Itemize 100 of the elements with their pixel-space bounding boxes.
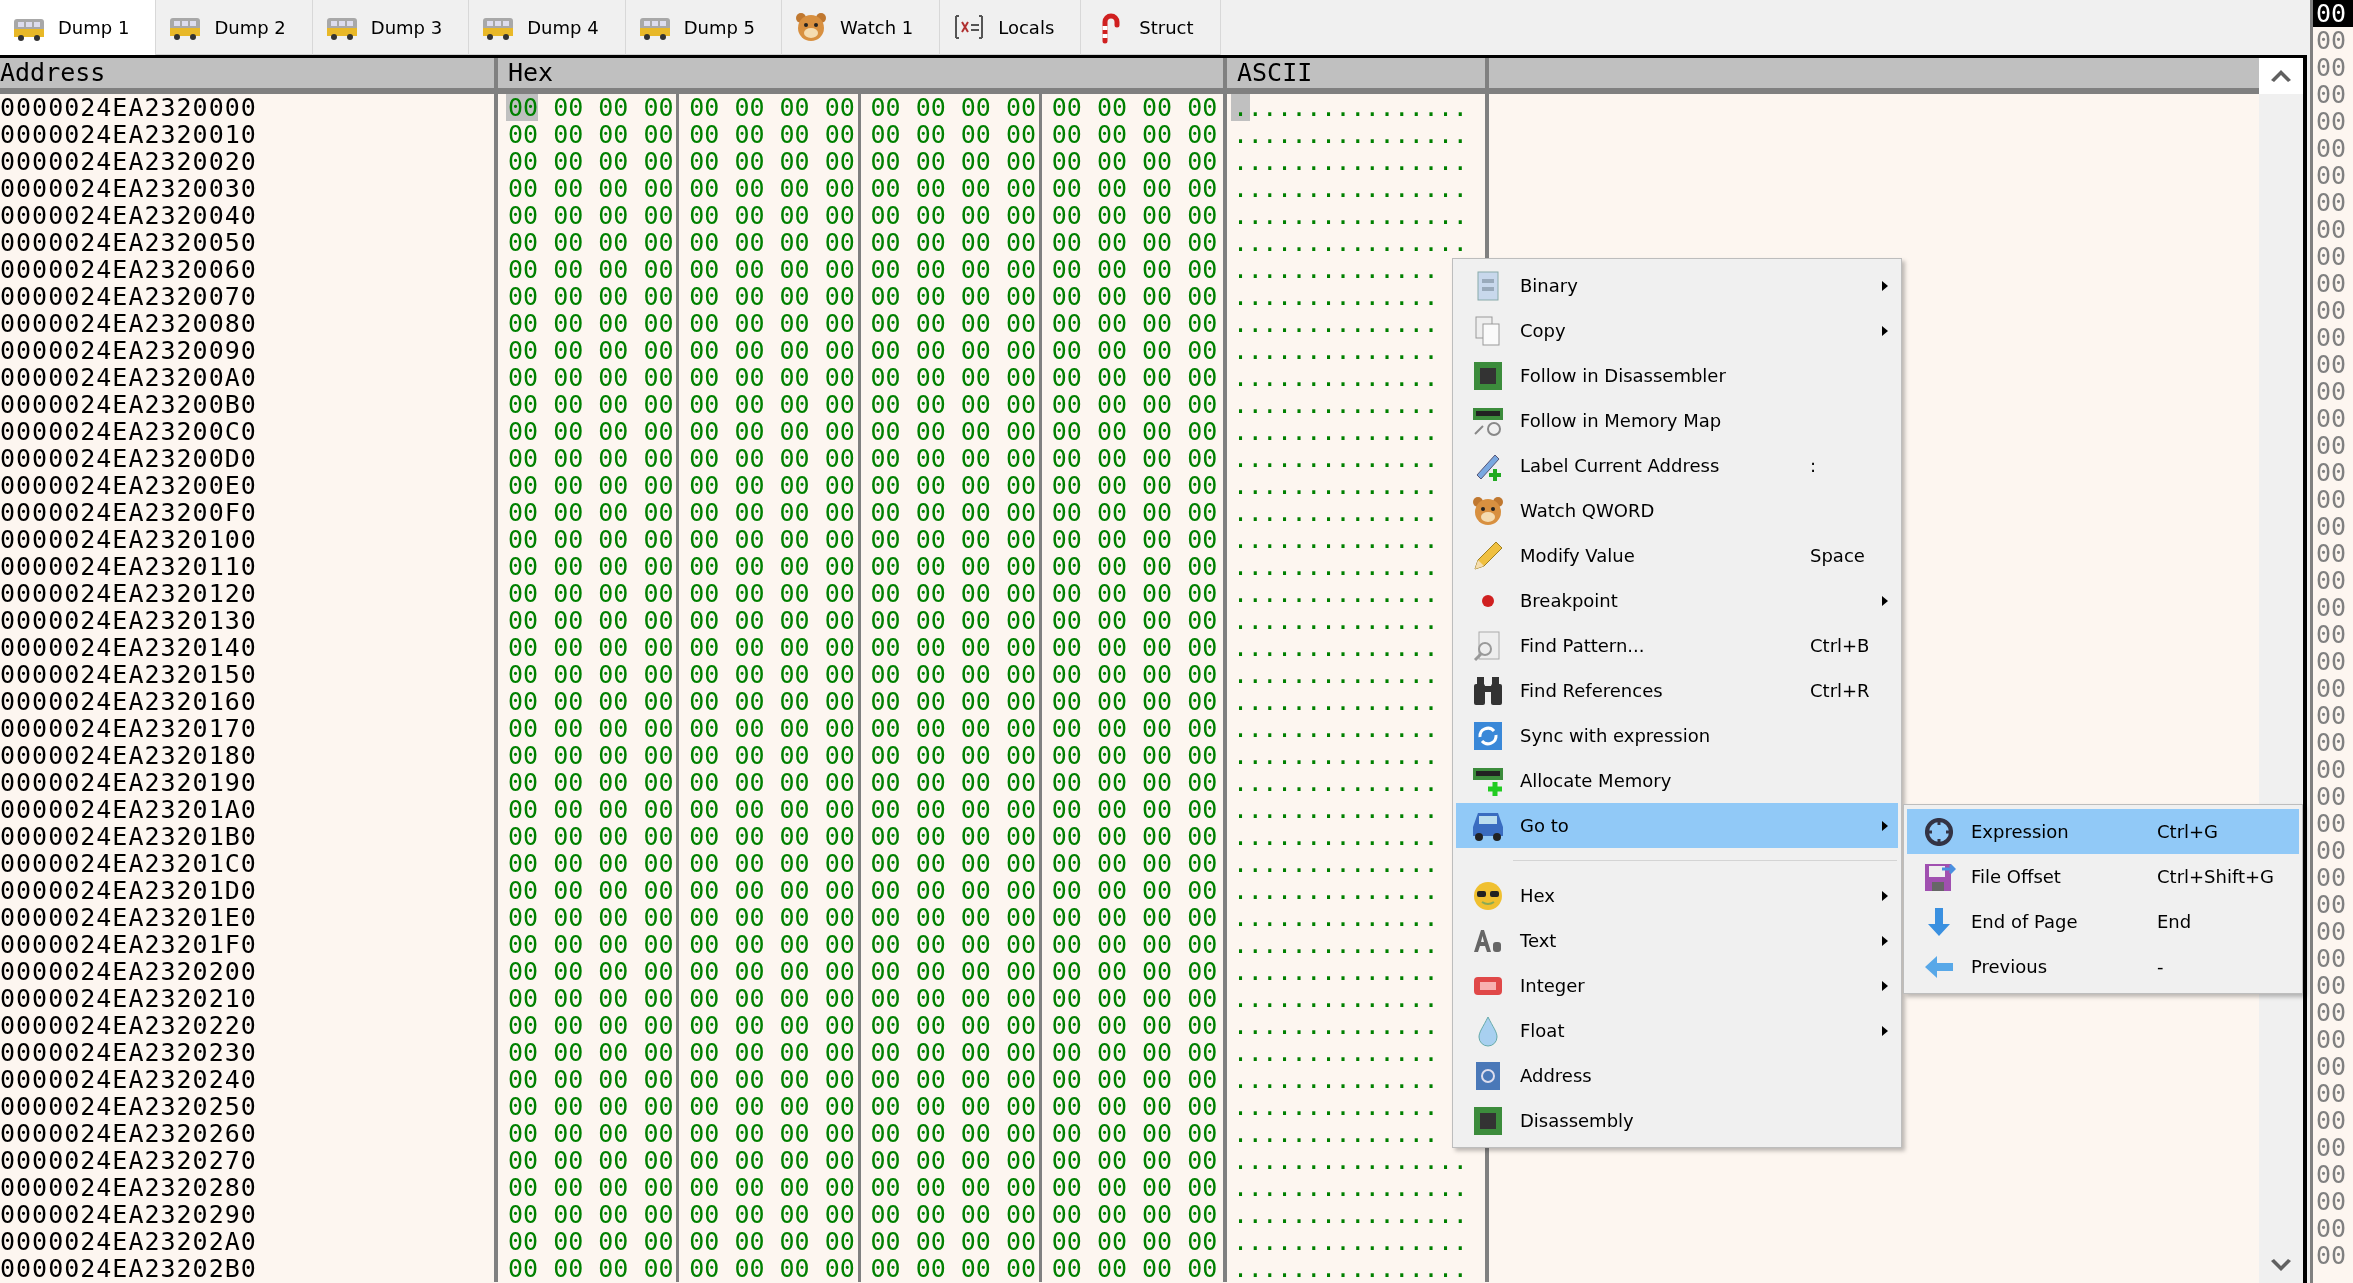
hex-bytes: 00 00 00 00 [860, 229, 1042, 256]
tab[interactable]: Dump 3 [312, 0, 470, 55]
ascii-text: ................ [1227, 1255, 1489, 1282]
menu-item[interactable]: End of Page End [1907, 899, 2299, 944]
tab[interactable]: Locals [940, 0, 1082, 55]
hex-bytes: 00 00 00 00 [860, 256, 1042, 283]
hex-bytes: 00 00 00 00 [1050, 1120, 1219, 1147]
submenu-arrow-icon [1881, 935, 1890, 946]
hex-byte: 00 [2315, 729, 2348, 756]
hex-byte: 00 [2315, 756, 2348, 783]
hex-bytes: 00 00 00 00 [1050, 1039, 1219, 1066]
hex-bytes: 00 00 00 00 [1050, 229, 1219, 256]
hex-bytes: 00 00 00 00 [1050, 958, 1219, 985]
hex-bytes: 00 00 00 00 [498, 850, 680, 877]
address-cell: 0000024EA2320240 [0, 1066, 498, 1093]
hex-bytes: 00 00 00 00 [498, 445, 680, 472]
tab[interactable]: Dump 4 [469, 0, 626, 55]
hex-bytes: 00 00 00 00 [498, 985, 680, 1012]
address-cell: 0000024EA2320010 [0, 121, 498, 148]
hex-bytes: 00 00 00 00 [860, 499, 1042, 526]
address-cell: 0000024EA23200C0 [0, 418, 498, 445]
hex-bytes: 00 00 00 00 [498, 931, 680, 958]
tab[interactable]: Dump 5 [625, 0, 783, 55]
address-cell: 0000024EA2320180 [0, 742, 498, 769]
hex-byte: 00 [2315, 486, 2348, 513]
address-cell: 0000024EA2320140 [0, 634, 498, 661]
menu-item[interactable]: Expression Ctrl+G [1907, 809, 2299, 854]
tab[interactable]: Dump 2 [156, 0, 313, 55]
scroll-down-icon[interactable] [2271, 1259, 2291, 1271]
address-cell: 0000024EA2320260 [0, 1120, 498, 1147]
column-header[interactable]: Address [0, 58, 498, 88]
hex-bytes: 00 00 00 00 [679, 742, 861, 769]
submenu-arrow-icon [1881, 820, 1890, 831]
hex-bytes: 00 00 00 00 [1050, 634, 1219, 661]
tab[interactable]: Struct [1081, 0, 1221, 55]
scroll-up-icon[interactable] [2271, 70, 2291, 82]
hex-bytes: 00 00 00 00 [1050, 337, 1219, 364]
hex-bytes: 00 00 00 00 [860, 337, 1042, 364]
hex-bytes: 00 00 00 00 [1050, 823, 1219, 850]
hex-bytes: 00 00 00 00 [498, 391, 680, 418]
submenu-arrow-icon [1881, 890, 1890, 901]
hex-bytes: 00 00 00 00 [498, 1228, 680, 1255]
hex-bytes: 00 00 00 00 [1050, 1147, 1219, 1174]
hex-bytes: 00 00 00 00 [679, 499, 861, 526]
address-cell: 0000024EA2320120 [0, 580, 498, 607]
address-cell: 0000024EA2320160 [0, 688, 498, 715]
hex-bytes: 00 00 00 00 [860, 121, 1042, 148]
hex-bytes: 00 00 00 00 [860, 364, 1042, 391]
hex-bytes: 00 00 00 00 [1050, 148, 1219, 175]
hex-bytes: 00 00 00 00 [860, 283, 1042, 310]
hex-byte: 00 [2315, 675, 2348, 702]
hex-bytes: 00 00 00 00 [498, 769, 680, 796]
address-cell: 0000024EA2320280 [0, 1174, 498, 1201]
column-header[interactable]: ASCII [1227, 58, 1489, 88]
hex-byte: 00 [2315, 999, 2348, 1026]
address-cell: 0000024EA2320060 [0, 256, 498, 283]
address-cell: 0000024EA23200F0 [0, 499, 498, 526]
hex-byte: 00 [2315, 324, 2348, 351]
hex-byte: 00 [2315, 1134, 2348, 1161]
tab[interactable]: Watch 1 [782, 0, 941, 55]
hex-bytes: 00 00 00 00 [498, 661, 680, 688]
hex-bytes: 00 00 00 00 [498, 553, 680, 580]
hex-bytes: 00 00 00 00 [679, 364, 861, 391]
address-cell: 0000024EA23201C0 [0, 850, 498, 877]
hex-byte: 00 [2315, 513, 2348, 540]
hex-bytes: 00 00 00 00 [679, 1012, 861, 1039]
address-cell: 0000024EA23202A0 [0, 1228, 498, 1255]
hex-bytes: 00 00 00 00 [498, 1255, 680, 1282]
submenu-arrow-icon [1881, 595, 1890, 606]
address-cell: 0000024EA2320040 [0, 202, 498, 229]
hex-bytes: 00 00 00 00 [860, 661, 1042, 688]
hex-bytes: 00 00 00 00 [498, 580, 680, 607]
ascii-text: ................ [1227, 1201, 1489, 1228]
hex-bytes: 00 00 00 00 [498, 958, 680, 985]
hex-bytes: 00 00 00 00 [498, 904, 680, 931]
hex-byte: 00 [2315, 54, 2348, 81]
menu-item[interactable]: Go to [1456, 803, 1898, 848]
hex-bytes: 00 00 00 00 [679, 607, 861, 634]
address-cell: 0000024EA2320290 [0, 1201, 498, 1228]
menu-item[interactable]: File Offset Ctrl+Shift+G [1907, 854, 2299, 899]
hex-byte: 00 [2315, 378, 2348, 405]
hex-bytes: 00 00 00 00 [860, 958, 1042, 985]
ascii-text: ................ [1227, 1228, 1489, 1255]
hex-bytes: 00 00 00 00 [679, 526, 861, 553]
hex-bytes: 00 00 00 00 [860, 607, 1042, 634]
hex-byte: 00 [2315, 189, 2348, 216]
hex-bytes: 00 00 00 00 [1050, 661, 1219, 688]
hex-bytes: 00 00 00 00 [860, 796, 1042, 823]
menu-item[interactable]: Previous - [1907, 944, 2299, 989]
hex-bytes: 00 00 00 00 [498, 634, 680, 661]
hex-bytes: 00 00 00 00 [1050, 175, 1219, 202]
hex-bytes: 00 00 00 00 [1050, 904, 1219, 931]
hex-bytes: 00 00 00 00 [679, 904, 861, 931]
hex-bytes: 00 00 00 00 [498, 607, 680, 634]
address-cell: 0000024EA2320050 [0, 229, 498, 256]
address-cell: 0000024EA2320150 [0, 661, 498, 688]
column-header[interactable]: Hex [498, 58, 1227, 88]
tab[interactable]: Dump 1 [0, 0, 157, 55]
hex-bytes: 00 00 00 00 [679, 877, 861, 904]
hex-bytes: 00 00 00 00 [860, 391, 1042, 418]
